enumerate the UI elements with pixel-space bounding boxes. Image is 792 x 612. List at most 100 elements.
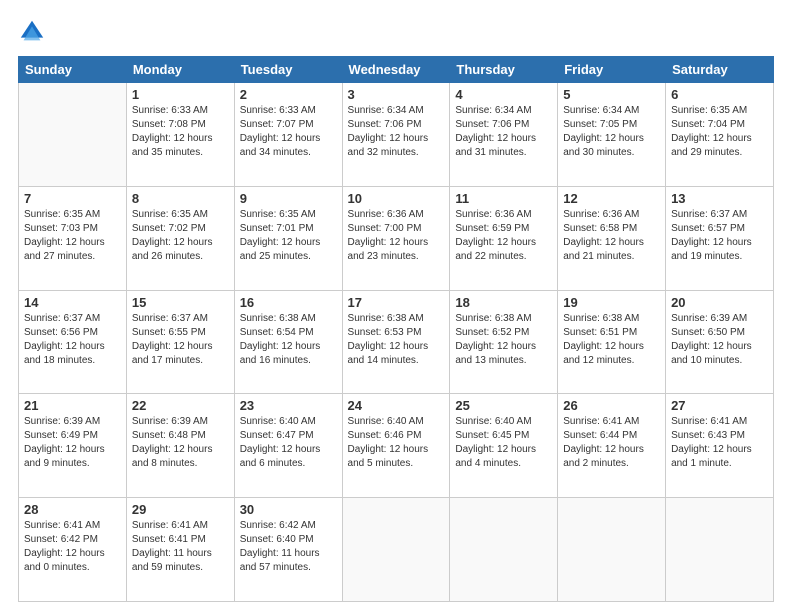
day-info: Sunrise: 6:34 AM Sunset: 7:06 PM Dayligh… xyxy=(455,104,552,160)
day-number: 27 xyxy=(671,398,768,413)
weekday-header: Tuesday xyxy=(234,57,342,83)
day-number: 23 xyxy=(240,398,337,413)
day-info: Sunrise: 6:33 AM Sunset: 7:07 PM Dayligh… xyxy=(240,104,337,160)
day-info: Sunrise: 6:41 AM Sunset: 6:44 PM Dayligh… xyxy=(563,415,660,471)
calendar-cell: 15 Sunrise: 6:37 AM Sunset: 6:55 PM Dayli… xyxy=(126,290,234,394)
weekday-header: Sunday xyxy=(19,57,127,83)
day-number: 12 xyxy=(563,191,660,206)
weekday-header: Friday xyxy=(558,57,666,83)
calendar-cell: 25 Sunrise: 6:40 AM Sunset: 6:45 PM Dayli… xyxy=(450,394,558,498)
day-info: Sunrise: 6:36 AM Sunset: 6:59 PM Dayligh… xyxy=(455,208,552,264)
day-info: Sunrise: 6:37 AM Sunset: 6:57 PM Dayligh… xyxy=(671,208,768,264)
calendar-body: 1 Sunrise: 6:33 AM Sunset: 7:08 PM Daylig… xyxy=(19,83,774,602)
calendar-cell xyxy=(558,498,666,602)
day-info: Sunrise: 6:33 AM Sunset: 7:08 PM Dayligh… xyxy=(132,104,229,160)
calendar-cell: 24Sunrise: 6:40 AM Sunset: 6:46 PM Dayli… xyxy=(342,394,450,498)
calendar-cell xyxy=(450,498,558,602)
day-number: 4 xyxy=(455,87,552,102)
day-number: 9 xyxy=(240,191,337,206)
day-info: Sunrise: 6:34 AM Sunset: 7:06 PM Dayligh… xyxy=(348,104,445,160)
weekday-header: Thursday xyxy=(450,57,558,83)
calendar-cell: 4 Sunrise: 6:34 AM Sunset: 7:06 PM Daylig… xyxy=(450,83,558,187)
day-info: Sunrise: 6:41 AM Sunset: 6:41 PM Dayligh… xyxy=(132,519,229,575)
day-info: Sunrise: 6:38 AM Sunset: 6:53 PM Dayligh… xyxy=(348,312,445,368)
day-info: Sunrise: 6:35 AM Sunset: 7:04 PM Dayligh… xyxy=(671,104,768,160)
day-number: 22 xyxy=(132,398,229,413)
calendar-week-row: 1 Sunrise: 6:33 AM Sunset: 7:08 PM Daylig… xyxy=(19,83,774,187)
day-number: 13 xyxy=(671,191,768,206)
day-info: Sunrise: 6:38 AM Sunset: 6:52 PM Dayligh… xyxy=(455,312,552,368)
logo-icon xyxy=(18,18,46,46)
day-number: 1 xyxy=(132,87,229,102)
calendar-cell: 11 Sunrise: 6:36 AM Sunset: 6:59 PM Dayli… xyxy=(450,186,558,290)
weekday-header: Wednesday xyxy=(342,57,450,83)
day-info: Sunrise: 6:36 AM Sunset: 7:00 PM Dayligh… xyxy=(348,208,445,264)
calendar-cell: 9Sunrise: 6:35 AM Sunset: 7:01 PM Daylig… xyxy=(234,186,342,290)
day-number: 19 xyxy=(563,295,660,310)
day-info: Sunrise: 6:39 AM Sunset: 6:49 PM Dayligh… xyxy=(24,415,121,471)
day-info: Sunrise: 6:42 AM Sunset: 6:40 PM Dayligh… xyxy=(240,519,337,575)
logo xyxy=(18,18,50,46)
calendar-cell xyxy=(342,498,450,602)
day-number: 17 xyxy=(348,295,445,310)
day-number: 10 xyxy=(348,191,445,206)
day-info: Sunrise: 6:41 AM Sunset: 6:42 PM Dayligh… xyxy=(24,519,121,575)
calendar-cell: 10 Sunrise: 6:36 AM Sunset: 7:00 PM Dayli… xyxy=(342,186,450,290)
calendar-week-row: 28 Sunrise: 6:41 AM Sunset: 6:42 PM Dayli… xyxy=(19,498,774,602)
day-number: 14 xyxy=(24,295,121,310)
calendar-cell: 6Sunrise: 6:35 AM Sunset: 7:04 PM Daylig… xyxy=(666,83,774,187)
day-number: 30 xyxy=(240,502,337,517)
page: SundayMondayTuesdayWednesdayThursdayFrid… xyxy=(0,0,792,612)
day-info: Sunrise: 6:36 AM Sunset: 6:58 PM Dayligh… xyxy=(563,208,660,264)
calendar-cell: 22 Sunrise: 6:39 AM Sunset: 6:48 PM Dayli… xyxy=(126,394,234,498)
day-number: 29 xyxy=(132,502,229,517)
calendar-cell xyxy=(19,83,127,187)
day-info: Sunrise: 6:38 AM Sunset: 6:54 PM Dayligh… xyxy=(240,312,337,368)
day-number: 11 xyxy=(455,191,552,206)
day-number: 7 xyxy=(24,191,121,206)
day-info: Sunrise: 6:35 AM Sunset: 7:03 PM Dayligh… xyxy=(24,208,121,264)
calendar-cell: 12 Sunrise: 6:36 AM Sunset: 6:58 PM Dayli… xyxy=(558,186,666,290)
day-number: 25 xyxy=(455,398,552,413)
day-info: Sunrise: 6:41 AM Sunset: 6:43 PM Dayligh… xyxy=(671,415,768,471)
calendar-cell: 1 Sunrise: 6:33 AM Sunset: 7:08 PM Daylig… xyxy=(126,83,234,187)
day-info: Sunrise: 6:39 AM Sunset: 6:48 PM Dayligh… xyxy=(132,415,229,471)
day-number: 15 xyxy=(132,295,229,310)
calendar-cell: 18 Sunrise: 6:38 AM Sunset: 6:52 PM Dayli… xyxy=(450,290,558,394)
header xyxy=(18,18,774,46)
day-number: 24 xyxy=(348,398,445,413)
day-info: Sunrise: 6:34 AM Sunset: 7:05 PM Dayligh… xyxy=(563,104,660,160)
calendar: SundayMondayTuesdayWednesdayThursdayFrid… xyxy=(18,56,774,602)
day-number: 16 xyxy=(240,295,337,310)
calendar-cell: 17 Sunrise: 6:38 AM Sunset: 6:53 PM Dayli… xyxy=(342,290,450,394)
day-info: Sunrise: 6:37 AM Sunset: 6:56 PM Dayligh… xyxy=(24,312,121,368)
day-number: 8 xyxy=(132,191,229,206)
day-info: Sunrise: 6:40 AM Sunset: 6:45 PM Dayligh… xyxy=(455,415,552,471)
calendar-cell: 8 Sunrise: 6:35 AM Sunset: 7:02 PM Daylig… xyxy=(126,186,234,290)
calendar-cell: 28 Sunrise: 6:41 AM Sunset: 6:42 PM Dayli… xyxy=(19,498,127,602)
calendar-cell: 21 Sunrise: 6:39 AM Sunset: 6:49 PM Dayli… xyxy=(19,394,127,498)
calendar-cell: 30 Sunrise: 6:42 AM Sunset: 6:40 PM Dayli… xyxy=(234,498,342,602)
calendar-cell: 2 Sunrise: 6:33 AM Sunset: 7:07 PM Daylig… xyxy=(234,83,342,187)
calendar-cell: 14 Sunrise: 6:37 AM Sunset: 6:56 PM Dayli… xyxy=(19,290,127,394)
day-number: 21 xyxy=(24,398,121,413)
day-info: Sunrise: 6:39 AM Sunset: 6:50 PM Dayligh… xyxy=(671,312,768,368)
day-number: 20 xyxy=(671,295,768,310)
calendar-cell: 27 Sunrise: 6:41 AM Sunset: 6:43 PM Dayli… xyxy=(666,394,774,498)
calendar-week-row: 21 Sunrise: 6:39 AM Sunset: 6:49 PM Dayli… xyxy=(19,394,774,498)
day-number: 5 xyxy=(563,87,660,102)
calendar-cell: 23 Sunrise: 6:40 AM Sunset: 6:47 PM Dayli… xyxy=(234,394,342,498)
day-info: Sunrise: 6:40 AM Sunset: 6:47 PM Dayligh… xyxy=(240,415,337,471)
calendar-cell: 29 Sunrise: 6:41 AM Sunset: 6:41 PM Dayli… xyxy=(126,498,234,602)
day-info: Sunrise: 6:37 AM Sunset: 6:55 PM Dayligh… xyxy=(132,312,229,368)
calendar-cell: 19Sunrise: 6:38 AM Sunset: 6:51 PM Dayli… xyxy=(558,290,666,394)
calendar-cell: 16 Sunrise: 6:38 AM Sunset: 6:54 PM Dayli… xyxy=(234,290,342,394)
day-info: Sunrise: 6:35 AM Sunset: 7:02 PM Dayligh… xyxy=(132,208,229,264)
calendar-week-row: 7 Sunrise: 6:35 AM Sunset: 7:03 PM Daylig… xyxy=(19,186,774,290)
day-number: 2 xyxy=(240,87,337,102)
day-number: 18 xyxy=(455,295,552,310)
calendar-week-row: 14 Sunrise: 6:37 AM Sunset: 6:56 PM Dayli… xyxy=(19,290,774,394)
day-number: 28 xyxy=(24,502,121,517)
calendar-cell xyxy=(666,498,774,602)
calendar-cell: 20 Sunrise: 6:39 AM Sunset: 6:50 PM Dayli… xyxy=(666,290,774,394)
